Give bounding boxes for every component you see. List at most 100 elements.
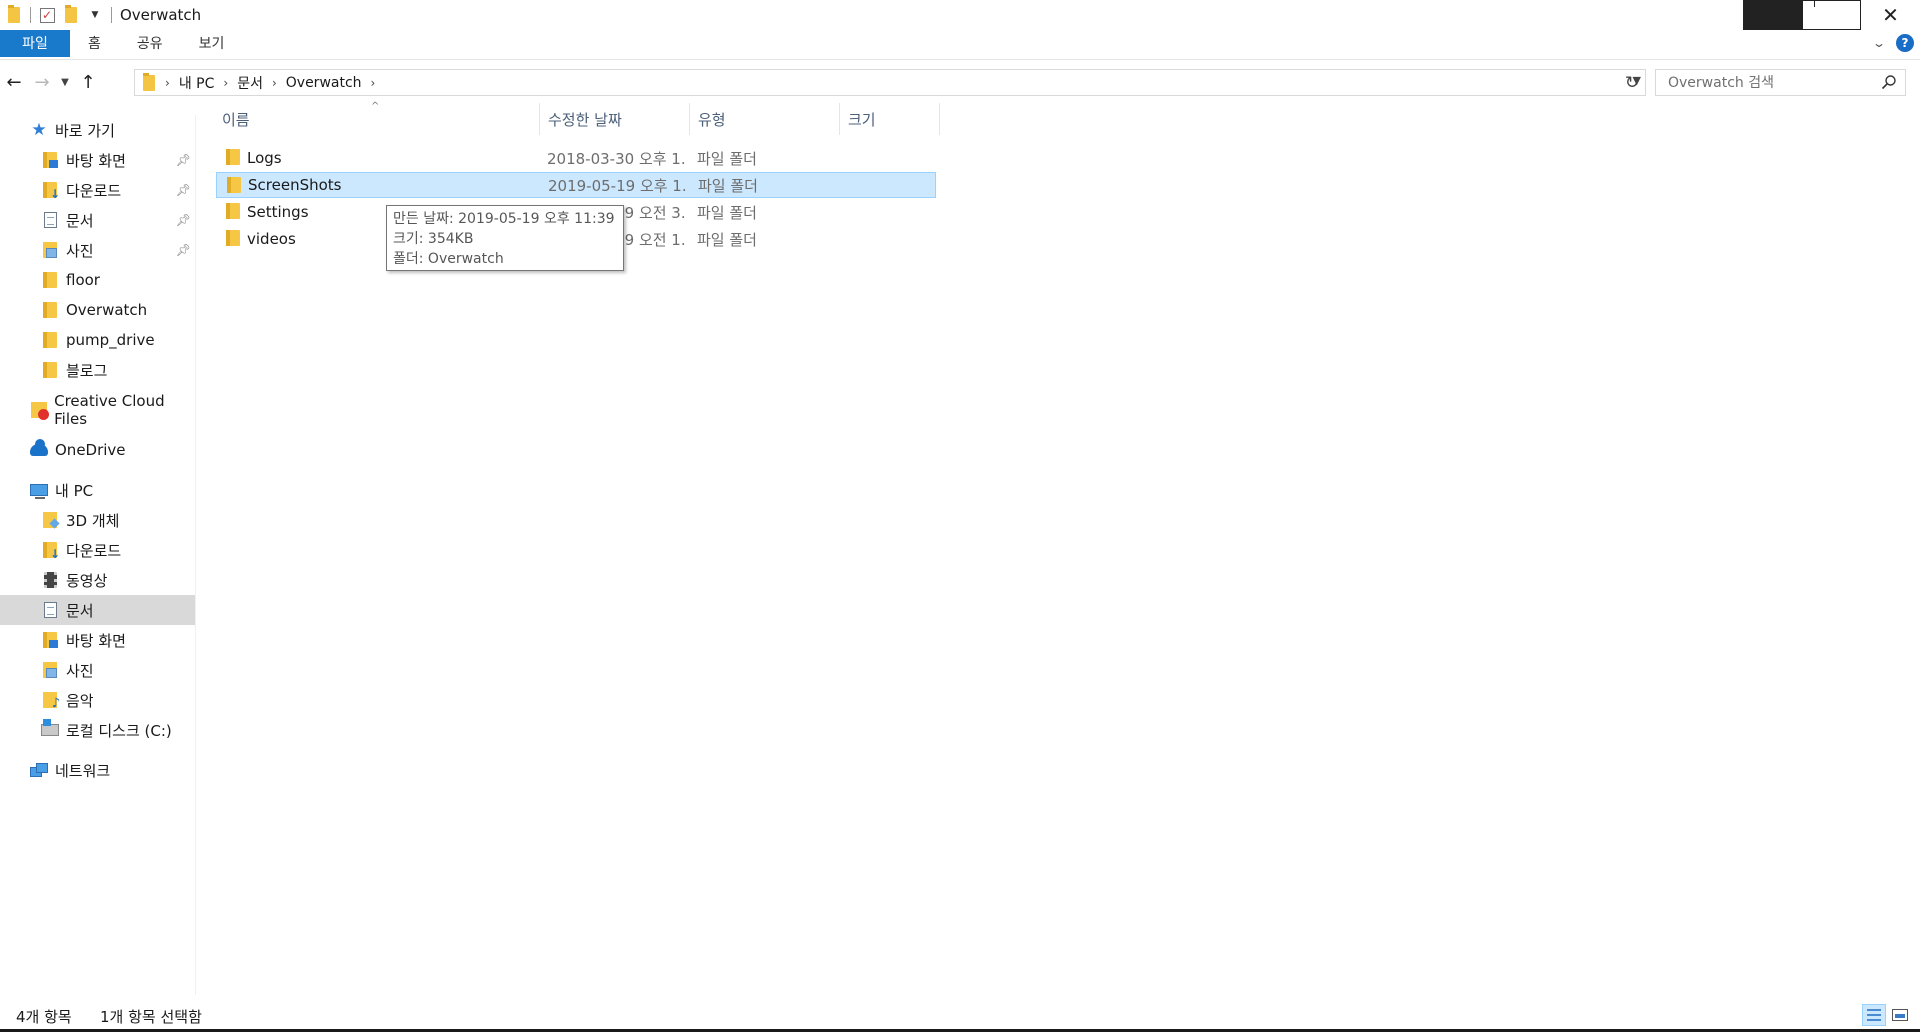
- forward-button[interactable]: →: [28, 68, 56, 96]
- breadcrumb-this-pc[interactable]: 내 PC: [174, 73, 220, 93]
- pin-icon[interactable]: 📌︎: [176, 153, 191, 167]
- sidebar-item-quick-access[interactable]: ★ 바로 가기: [0, 115, 195, 145]
- sidebar-item-pc-pictures[interactable]: 사진: [0, 655, 195, 685]
- file-row[interactable]: ScreenShots 2019-05-19 오후 1... 파일 폴더: [216, 172, 936, 198]
- sidebar-item-videos[interactable]: 동영상: [0, 565, 195, 595]
- search-input[interactable]: [1666, 73, 1866, 92]
- sidebar-item-blog[interactable]: 블로그: [0, 355, 195, 385]
- refresh-button[interactable]: ↻: [1620, 70, 1644, 95]
- local-disk-icon: [41, 719, 59, 739]
- sidebar-item-this-pc[interactable]: 내 PC: [0, 475, 195, 505]
- sidebar-item-pump-drive[interactable]: pump_drive: [0, 325, 195, 355]
- address-bar[interactable]: › 내 PC › 문서 › Overwatch › ▼: [134, 69, 1646, 96]
- quick-access-toolbar: ✓ ▼: [0, 0, 116, 30]
- tooltip-created: 만든 날짜: 2019-05-19 오후 11:39: [393, 211, 615, 227]
- chevron-right-icon[interactable]: ›: [219, 76, 232, 90]
- onedrive-cloud-icon: [30, 439, 48, 459]
- sidebar-item-label: floor: [66, 271, 100, 289]
- sidebar-item-pc-documents[interactable]: 문서: [0, 595, 195, 625]
- folder-icon: [143, 72, 155, 91]
- tab-view[interactable]: 보기: [181, 30, 243, 57]
- sidebar-item-pictures[interactable]: 사진 📌︎: [0, 235, 195, 265]
- recent-locations-button[interactable]: ▼: [56, 68, 74, 96]
- close-button[interactable]: ✕: [1861, 0, 1920, 30]
- pictures-folder-icon: [41, 241, 59, 259]
- sidebar-item-label: 문서: [66, 211, 94, 230]
- sidebar-item-label: 로컬 디스크 (C:): [66, 721, 172, 740]
- pin-icon[interactable]: 📌︎: [176, 183, 191, 197]
- sidebar-item-network[interactable]: 네트워크: [0, 755, 195, 785]
- large-icons-view-button[interactable]: [1888, 1004, 1912, 1026]
- close-icon: ✕: [1882, 3, 1899, 27]
- pin-icon[interactable]: 📌︎: [176, 243, 191, 257]
- sidebar-item-label: Overwatch: [66, 301, 148, 319]
- sidebar-item-overwatch[interactable]: Overwatch: [0, 295, 195, 325]
- up-button[interactable]: ↑: [74, 68, 102, 96]
- folder-icon: [226, 203, 240, 219]
- sidebar-item-local-disk[interactable]: 로컬 디스크 (C:): [0, 715, 195, 745]
- sidebar-item-desktop[interactable]: 바탕 화면 📌︎: [0, 145, 195, 175]
- sidebar-item-label: 블로그: [66, 361, 108, 380]
- refresh-icon: ↻: [1624, 72, 1640, 93]
- title-bar: ✓ ▼ Overwatch ✕: [0, 0, 1920, 30]
- minimize-button[interactable]: [1743, 0, 1802, 30]
- tooltip-size: 크기: 354KB: [393, 231, 474, 247]
- sidebar-item-label: 다운로드: [66, 181, 122, 200]
- up-arrow-icon: ↑: [80, 71, 96, 93]
- large-icons-view-icon: [1892, 1009, 1908, 1021]
- column-header-size[interactable]: 크기: [840, 103, 940, 135]
- column-header-type[interactable]: 유형: [690, 103, 840, 135]
- help-icon[interactable]: ?: [1896, 34, 1914, 52]
- ribbon-right-controls: ⌄ ?: [1872, 34, 1914, 52]
- details-view-button[interactable]: [1862, 1004, 1886, 1026]
- window-title: Overwatch: [120, 6, 202, 24]
- sidebar-item-documents[interactable]: 문서 📌︎: [0, 205, 195, 235]
- tab-home[interactable]: 홈: [70, 30, 119, 57]
- chevron-right-icon[interactable]: ›: [268, 76, 281, 90]
- sidebar-item-label: 문서: [66, 601, 94, 620]
- sidebar-item-pc-downloads[interactable]: 다운로드: [0, 535, 195, 565]
- folder-tooltip: 만든 날짜: 2019-05-19 오후 11:39 크기: 354KB 폴더:…: [386, 205, 624, 271]
- sidebar-item-downloads[interactable]: 다운로드 📌︎: [0, 175, 195, 205]
- sidebar-item-3d-objects[interactable]: 3D 개체: [0, 505, 195, 535]
- restore-button[interactable]: [1802, 0, 1861, 30]
- sidebar-item-music[interactable]: 음악: [0, 685, 195, 715]
- documents-folder-icon: [41, 211, 59, 229]
- navigation-pane: ★ 바로 가기 바탕 화면 📌︎ 다운로드 📌︎ 문서 📌︎ 사진 📌︎ flo…: [0, 115, 196, 995]
- new-folder-icon[interactable]: [62, 5, 80, 24]
- sidebar-item-pc-desktop[interactable]: 바탕 화면: [0, 625, 195, 655]
- tab-share[interactable]: 공유: [119, 30, 181, 57]
- sidebar-item-label: 네트워크: [55, 761, 111, 780]
- column-header-name[interactable]: 이름 ^: [216, 101, 540, 135]
- folder-icon[interactable]: [5, 5, 23, 24]
- customize-toolbar-icon[interactable]: ▼: [86, 6, 104, 24]
- breadcrumb-overwatch[interactable]: Overwatch: [281, 75, 367, 91]
- expand-ribbon-icon[interactable]: ⌄: [1872, 36, 1886, 50]
- pin-icon[interactable]: 📌︎: [176, 213, 191, 227]
- sidebar-item-label: 사진: [66, 241, 94, 260]
- status-bar: 4개 항목 1개 항목 선택함: [0, 1004, 1920, 1028]
- sidebar-item-onedrive[interactable]: OneDrive: [0, 435, 195, 465]
- tab-file[interactable]: 파일: [0, 29, 70, 57]
- view-switcher: [1860, 1004, 1912, 1026]
- downloads-folder-icon: [41, 181, 60, 201]
- desktop-folder-icon: [41, 151, 59, 169]
- folder-icon: [41, 361, 59, 379]
- folder-icon: [226, 149, 240, 165]
- sidebar-item-label: 내 PC: [55, 481, 94, 500]
- chevron-right-icon[interactable]: ›: [367, 76, 380, 90]
- back-button[interactable]: ←: [0, 68, 28, 96]
- column-header-date[interactable]: 수정한 날짜: [540, 103, 690, 135]
- search-icon[interactable]: [1881, 74, 1897, 90]
- restore-icon: [1802, 0, 1861, 30]
- details-view-icon: [1867, 1009, 1881, 1021]
- file-name: Logs: [247, 149, 282, 167]
- search-box[interactable]: [1655, 69, 1906, 96]
- file-row[interactable]: Logs 2018-03-30 오후 1... 파일 폴더: [216, 145, 936, 171]
- network-icon: [30, 761, 48, 779]
- breadcrumb-documents[interactable]: 문서: [232, 73, 268, 93]
- sidebar-item-floor[interactable]: floor: [0, 265, 195, 295]
- sidebar-item-creative-cloud[interactable]: Creative Cloud Files: [0, 392, 195, 428]
- chevron-right-icon[interactable]: ›: [161, 76, 174, 90]
- properties-icon[interactable]: ✓: [38, 6, 56, 24]
